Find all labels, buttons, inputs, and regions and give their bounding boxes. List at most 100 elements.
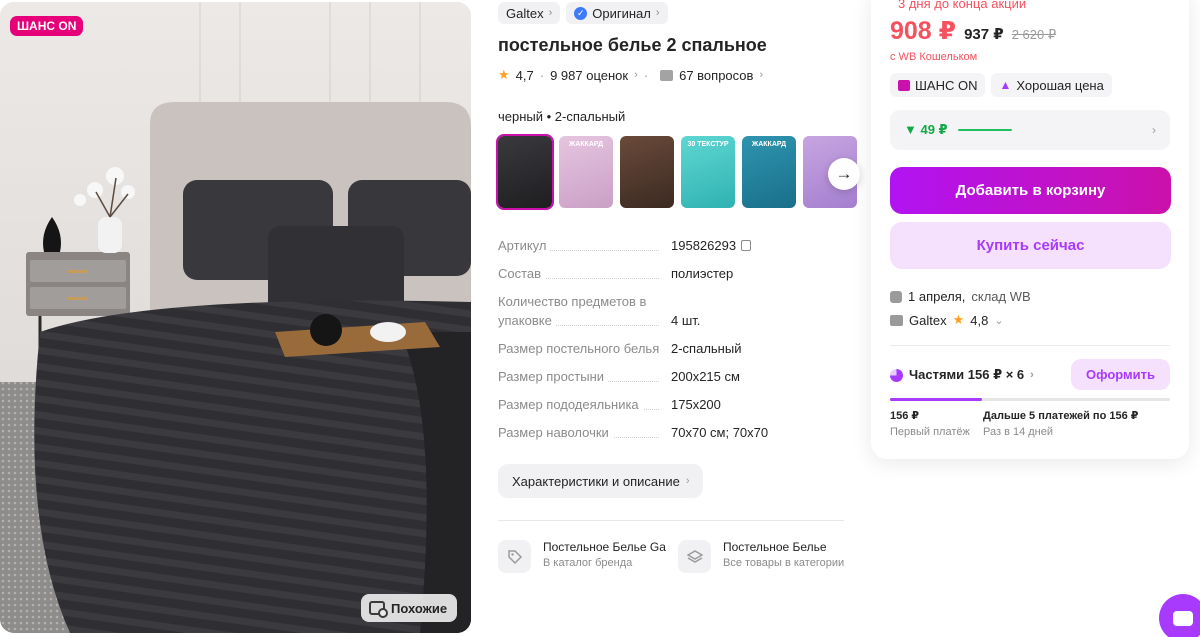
chat-button[interactable] bbox=[1159, 594, 1200, 637]
param-key-text: Артикул bbox=[498, 238, 551, 253]
param-key: Количество предметов в упаковке bbox=[498, 292, 671, 330]
thumbnails-next-button[interactable]: → bbox=[828, 158, 860, 190]
product-photo[interactable]: ШАНС ON Похожие bbox=[0, 2, 471, 633]
param-key-text: Размер пододеяльника bbox=[498, 397, 643, 412]
param-key-text: Количество предметов в упаковке bbox=[498, 294, 647, 328]
price-old: 2 620 ₽ bbox=[1011, 27, 1057, 42]
price-history-row[interactable]: ▼ 49 ₽ › bbox=[890, 110, 1170, 150]
brand-catalog-title: Постельное Белье Galtex bbox=[543, 540, 666, 554]
first-payment: 156 ₽ Первый платёж bbox=[890, 409, 970, 438]
params-table: Артикул 195826293 Состав полиэстер Количеств… bbox=[498, 236, 844, 451]
param-key: Размер наволочки bbox=[498, 423, 671, 442]
first-payment-amount: 156 ₽ bbox=[890, 410, 920, 422]
param-key-text: Размер наволочки bbox=[498, 425, 613, 440]
good-price-label: Хорошая цена bbox=[1016, 77, 1104, 93]
param-key: Состав bbox=[498, 264, 671, 283]
seller-info[interactable]: Galtex ★ 4,8 ⌄ bbox=[890, 312, 1004, 328]
thumbs-up-icon: ▲ bbox=[999, 78, 1012, 92]
price-regular: 937 ₽ bbox=[964, 26, 1004, 43]
questions-link[interactable]: 67 вопросов bbox=[679, 68, 753, 83]
rating-value: 4,7 bbox=[515, 67, 534, 83]
param-value-text: 200x215 см bbox=[671, 369, 740, 384]
chevron-right-icon: › bbox=[759, 69, 764, 81]
variant-thumbnail[interactable]: 30 ТЕКСТУР bbox=[681, 136, 735, 208]
next-payments: Дальше 5 платежей по 156 ₽ Раз в 14 дней bbox=[983, 409, 1138, 438]
price-trend-line bbox=[957, 129, 1012, 131]
brand-cards: Постельное Белье Galtex В каталог бренда… bbox=[498, 540, 846, 573]
variant-thumbnail[interactable]: ЖАККАРД bbox=[559, 136, 613, 208]
param-row: Размер постельного белья 2-спальный bbox=[498, 339, 844, 358]
param-row: Состав полиэстер bbox=[498, 264, 844, 283]
selected-variant: черный • 2-спальный bbox=[498, 109, 626, 124]
rating-row: ★ 4,7 · 9 987 оценок › · 67 вопросов › bbox=[498, 67, 763, 83]
chevron-right-icon: › bbox=[1152, 123, 1156, 137]
box-icon bbox=[890, 290, 902, 303]
chevron-right-icon: › bbox=[548, 7, 553, 19]
promo-timer: 3 дня до конца акции bbox=[898, 0, 1027, 11]
param-value: 175x200 bbox=[671, 395, 844, 414]
category-title: Постельное Белье bbox=[723, 540, 827, 554]
good-price-chip[interactable]: ▲ Хорошая цена bbox=[991, 73, 1112, 97]
divider bbox=[890, 345, 1170, 346]
brand-catalog-card[interactable]: Постельное Белье Galtex В каталог бренда bbox=[498, 540, 666, 573]
chevron-down-icon: ⌄ bbox=[994, 314, 1004, 327]
param-key-text: Размер простыни bbox=[498, 369, 609, 384]
add-to-cart-button[interactable]: Добавить в корзину bbox=[890, 167, 1171, 214]
question-bubble-icon bbox=[660, 69, 674, 81]
param-value: 195826293 bbox=[671, 236, 844, 255]
param-value: 200x215 см bbox=[671, 367, 844, 386]
order-installments-button[interactable]: Оформить bbox=[1071, 359, 1170, 390]
param-key: Размер простыни bbox=[498, 367, 671, 386]
variant-thumbnail[interactable] bbox=[496, 134, 554, 210]
wallet-note: с WB Кошельком bbox=[890, 51, 978, 63]
seller-name: Galtex bbox=[909, 312, 947, 328]
similar-label: Похожие bbox=[391, 600, 448, 616]
chance-on-badge: ШАНС ON bbox=[10, 16, 84, 36]
seller-rating: 4,8 bbox=[970, 312, 989, 328]
installments-progress bbox=[890, 398, 1170, 401]
divider bbox=[498, 520, 844, 521]
brand-chips: Galtex › ✓ Оригинал › bbox=[498, 2, 668, 24]
param-value-text: 70x70 см; 70x70 bbox=[671, 425, 769, 440]
delivery-info: 1 апреля, склад WB bbox=[890, 289, 1031, 304]
similar-button[interactable]: Похожие bbox=[361, 594, 458, 622]
param-value-text: 195826293 bbox=[671, 238, 737, 253]
param-key: Артикул bbox=[498, 236, 671, 255]
tag-icon bbox=[498, 540, 531, 573]
param-row: Размер простыни 200x215 см bbox=[498, 367, 844, 386]
original-chip[interactable]: ✓ Оригинал › bbox=[566, 2, 668, 24]
variant-thumbnails: ЖАККАРД 30 ТЕКСТУР ЖАККАРД bbox=[496, 134, 857, 210]
chance-on-chip[interactable]: ШАНС ON bbox=[890, 73, 986, 97]
characteristics-button[interactable]: Характеристики и описание › bbox=[498, 464, 704, 498]
param-key-text: Размер постельного белья bbox=[498, 341, 664, 356]
star-icon: ★ bbox=[952, 312, 965, 327]
thumbnail-caption: 30 ТЕКСТУР bbox=[687, 141, 729, 148]
thumbnail-caption: ЖАККАРД bbox=[568, 141, 604, 148]
category-card[interactable]: Постельное Белье Все товары в категории bbox=[678, 540, 846, 573]
param-row: Размер пододеяльника 175x200 bbox=[498, 395, 844, 414]
price-row: 908 ₽ 937 ₽ 2 620 ₽ bbox=[890, 16, 1056, 46]
original-chip-label: Оригинал bbox=[592, 5, 651, 21]
param-key: Размер пододеяльника bbox=[498, 395, 671, 414]
price-wallet: 908 ₽ bbox=[890, 17, 957, 45]
chevron-right-icon: › bbox=[1030, 369, 1034, 381]
product-title: постельное белье 2 спальное bbox=[498, 35, 767, 55]
brand-chip-label: Galtex bbox=[506, 5, 544, 21]
param-row: Артикул 195826293 bbox=[498, 236, 844, 255]
param-value: 4 шт. bbox=[671, 311, 844, 330]
price-drop-value: ▼ 49 ₽ bbox=[904, 122, 948, 137]
copy-icon[interactable] bbox=[741, 240, 752, 251]
brand-chip[interactable]: Galtex › bbox=[498, 2, 561, 24]
separator-dot: · bbox=[643, 67, 649, 83]
gift-icon bbox=[898, 79, 910, 91]
installments-link[interactable]: Частями 156 ₽ × 6 › bbox=[890, 367, 1034, 383]
variant-thumbnail[interactable]: ЖАККАРД bbox=[742, 136, 796, 208]
characteristics-label: Характеристики и описание bbox=[512, 473, 680, 489]
reviews-link[interactable]: 9 987 оценок bbox=[550, 68, 628, 83]
variant-thumbnail[interactable] bbox=[620, 136, 674, 208]
buy-now-button[interactable]: Купить сейчас bbox=[890, 222, 1171, 269]
buy-card: 3 дня до конца акции 908 ₽ 937 ₽ 2 620 ₽… bbox=[871, 0, 1189, 459]
chevron-right-icon: › bbox=[685, 475, 690, 487]
category-sub: Все товары в категории bbox=[723, 557, 845, 569]
verified-check-icon: ✓ bbox=[574, 6, 588, 20]
